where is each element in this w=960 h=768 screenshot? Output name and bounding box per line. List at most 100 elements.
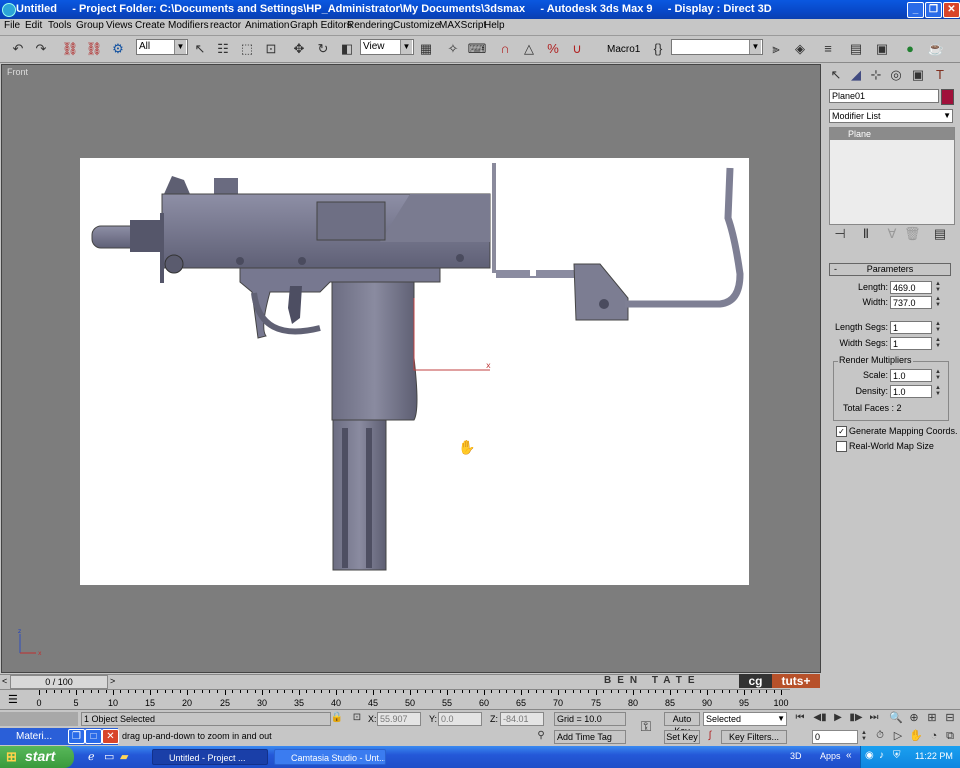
go-to-start-icon[interactable]: ⏮ bbox=[792, 710, 808, 726]
x-coord-field[interactable]: 55.907 bbox=[377, 712, 421, 726]
field-of-view-icon[interactable]: ▷ bbox=[890, 728, 906, 744]
select-manipulate-icon[interactable]: ✧ bbox=[443, 39, 463, 59]
time-slider-next-icon[interactable]: > bbox=[110, 676, 115, 686]
track-bar[interactable]: ☰ 0 5 10 15 20 25 30 35 40 45 50 55 60 65 70 75 80 85 90 95… bbox=[0, 689, 820, 710]
select-scale-icon[interactable]: ◧ bbox=[337, 39, 357, 59]
utilities-tab-icon[interactable]: T bbox=[932, 65, 948, 85]
set-key-button[interactable]: Set Key bbox=[664, 730, 700, 744]
length-segs-spinner[interactable]: 1 bbox=[890, 321, 932, 334]
y-coord-field[interactable]: 0.0 bbox=[438, 712, 482, 726]
menu-maxscript[interactable]: MAXScript bbox=[439, 20, 486, 31]
tray-apps-label[interactable]: Apps bbox=[820, 751, 841, 761]
select-object-icon[interactable]: ↖ bbox=[190, 39, 210, 59]
render-setup-icon[interactable]: ☕ bbox=[926, 39, 946, 59]
parameters-rollout-header[interactable]: - Parameters bbox=[829, 263, 951, 276]
menu-edit[interactable]: Edit bbox=[25, 20, 42, 31]
tray-network-icon[interactable]: ◉ bbox=[865, 750, 874, 761]
zoom-extents-all-icon[interactable]: ⊟ bbox=[942, 710, 958, 726]
plane-reference-image[interactable]: x ✋ bbox=[80, 158, 749, 585]
time-slider-thumb[interactable]: 0 / 100 bbox=[10, 675, 108, 689]
pin-stack-icon[interactable]: ⊣ bbox=[832, 226, 848, 242]
remove-modifier-icon[interactable]: 🗑 bbox=[904, 226, 921, 242]
density-spinner-arrows[interactable]: ▲ ▼ bbox=[934, 385, 942, 397]
menu-rendering[interactable]: Rendering bbox=[347, 20, 393, 31]
previous-frame-icon[interactable]: ◀▮ bbox=[812, 710, 828, 726]
selection-filter-dropdown[interactable]: All ▼ bbox=[136, 39, 188, 55]
next-frame-icon[interactable]: ▮▶ bbox=[848, 710, 864, 726]
mini-curve-editor-icon[interactable]: ☰ bbox=[8, 693, 18, 706]
menu-modifiers[interactable]: Modifiers bbox=[168, 20, 209, 31]
keyboard-shortcut-toggle-icon[interactable]: ⌨ bbox=[467, 39, 487, 59]
zoom-all-icon[interactable]: ⊕ bbox=[906, 710, 922, 726]
rectangular-selection-icon[interactable]: ⬚ bbox=[237, 39, 257, 59]
select-rotate-icon[interactable]: ↻ bbox=[313, 39, 333, 59]
menu-animation[interactable]: Animation bbox=[245, 20, 289, 31]
min-max-toggle-icon[interactable]: ⧉ bbox=[942, 728, 958, 744]
tray-3d-label[interactable]: 3D bbox=[790, 751, 802, 761]
generate-mapping-checkbox[interactable]: ✓ bbox=[836, 426, 847, 437]
maximize-button[interactable]: ❐ bbox=[925, 2, 942, 18]
current-frame-field[interactable]: 0 bbox=[812, 730, 858, 744]
select-move-icon[interactable]: ✥ bbox=[289, 39, 309, 59]
restore-minimized-button[interactable]: ❐ bbox=[68, 729, 85, 744]
arc-rotate-icon[interactable]: ◔ bbox=[926, 728, 942, 744]
auto-key-button[interactable]: Auto Key bbox=[664, 712, 700, 736]
menu-group[interactable]: Group bbox=[76, 20, 104, 31]
snaps-toggle-icon[interactable]: ∩ bbox=[495, 39, 515, 59]
default-in-out-tangent-icon[interactable]: ∫ bbox=[703, 729, 717, 743]
hierarchy-tab-icon[interactable]: ⊹ bbox=[868, 65, 884, 85]
menu-reactor[interactable]: reactor bbox=[210, 20, 241, 31]
length-segs-spinner-arrows[interactable]: ▲ ▼ bbox=[934, 321, 942, 333]
current-frame-spinner-arrows[interactable]: ▲ ▼ bbox=[860, 730, 868, 742]
quicklaunch-folder-icon[interactable]: ▰ bbox=[120, 750, 128, 763]
edit-named-selection-icon[interactable]: {} bbox=[648, 39, 668, 59]
create-tab-icon[interactable]: ↖ bbox=[828, 65, 844, 85]
app-icon[interactable] bbox=[2, 3, 16, 17]
real-world-map-checkbox[interactable] bbox=[836, 441, 847, 452]
configure-modifier-sets-icon[interactable]: ▤ bbox=[932, 226, 948, 242]
tray-expand-icon[interactable]: « bbox=[846, 750, 852, 761]
time-tag-icon[interactable]: ⚲ bbox=[534, 729, 548, 743]
use-pivot-center-icon[interactable]: ▦ bbox=[416, 39, 436, 59]
menu-graph-editors[interactable]: Graph Editors bbox=[290, 20, 352, 31]
time-slider-prev-icon[interactable]: < bbox=[2, 676, 7, 686]
select-by-name-icon[interactable]: ☷ bbox=[213, 39, 233, 59]
time-configuration-icon[interactable]: ⏱ bbox=[872, 728, 888, 744]
reference-coord-dropdown[interactable]: View ▼ bbox=[360, 39, 414, 55]
named-selection-dropdown[interactable]: ▼ bbox=[671, 39, 763, 55]
zoom-icon[interactable]: 🔍 bbox=[888, 710, 904, 726]
density-spinner[interactable]: 1.0 bbox=[890, 385, 932, 398]
menu-views[interactable]: Views bbox=[106, 20, 133, 31]
length-spinner-arrows[interactable]: ▲ ▼ bbox=[934, 281, 942, 293]
close-button[interactable]: ✕ bbox=[943, 2, 960, 18]
play-icon[interactable]: ▶ bbox=[830, 710, 846, 726]
absolute-mode-icon[interactable]: ⊡ bbox=[350, 711, 364, 725]
start-button[interactable]: ⊞ start bbox=[0, 746, 74, 768]
modifier-list-dropdown[interactable]: Modifier List ▼ bbox=[829, 109, 953, 123]
lock-selection-icon[interactable]: 🔒 bbox=[330, 711, 344, 725]
show-end-result-icon[interactable]: Ⅱ bbox=[858, 226, 874, 242]
redo-icon[interactable]: ↷ bbox=[31, 39, 51, 59]
listener-mini-area[interactable] bbox=[0, 712, 78, 726]
menu-customize[interactable]: Customize bbox=[393, 20, 440, 31]
viewport-label[interactable]: Front bbox=[7, 67, 28, 77]
set-key-mode-icon[interactable]: ⚿ bbox=[636, 718, 656, 734]
display-tab-icon[interactable]: ▣ bbox=[910, 65, 926, 85]
width-spinner-arrows[interactable]: ▲ ▼ bbox=[934, 296, 942, 308]
align-icon[interactable]: ◈ bbox=[790, 39, 810, 59]
spinner-snap-icon[interactable]: ∪ bbox=[567, 39, 587, 59]
menu-create[interactable]: Create bbox=[135, 20, 165, 31]
width-spinner[interactable]: 737.0 bbox=[890, 296, 932, 309]
width-segs-spinner[interactable]: 1 bbox=[890, 337, 932, 350]
minimize-button[interactable]: _ bbox=[907, 2, 924, 18]
zoom-extents-icon[interactable]: ⊞ bbox=[924, 710, 940, 726]
z-coord-field[interactable]: -84.01 bbox=[500, 712, 544, 726]
object-color-swatch[interactable] bbox=[941, 89, 954, 105]
unlink-icon[interactable]: ⛓ bbox=[84, 39, 104, 59]
maximize-minimized-button[interactable]: □ bbox=[85, 729, 102, 744]
modify-tab-icon[interactable]: ◢ bbox=[848, 65, 864, 85]
taskbar-item-3dsmax[interactable]: Untitled - Project ... bbox=[152, 749, 268, 765]
curve-editor-icon[interactable]: ▤ bbox=[846, 39, 866, 59]
menu-tools[interactable]: Tools bbox=[48, 20, 71, 31]
taskbar-item-camtasia[interactable]: Camtasia Studio - Unt... bbox=[274, 749, 386, 765]
